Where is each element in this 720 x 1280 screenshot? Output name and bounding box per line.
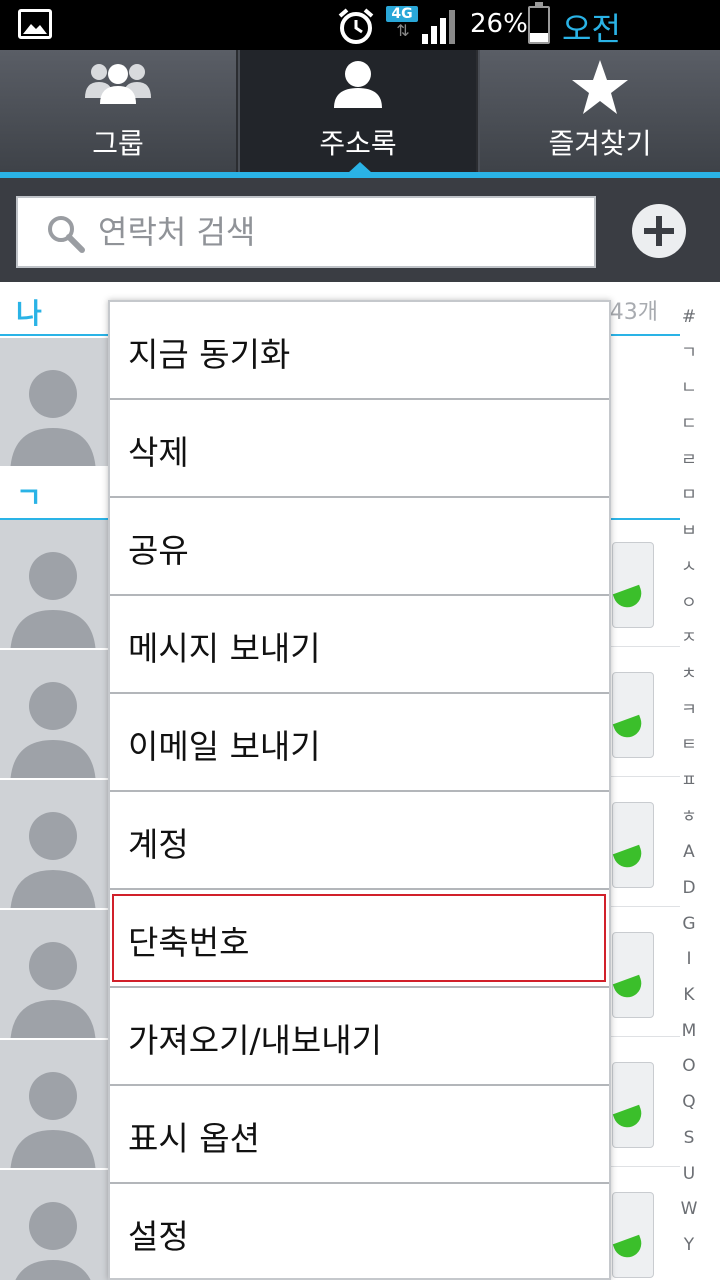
- index-letter[interactable]: ㄷ: [672, 407, 706, 443]
- menu-item-label: 계정: [128, 825, 189, 864]
- avatar[interactable]: [0, 650, 110, 778]
- call-button[interactable]: [612, 542, 654, 628]
- menu-item-share[interactable]: 공유: [110, 498, 609, 596]
- call-button[interactable]: [612, 1062, 654, 1148]
- index-letter[interactable]: ㅎ: [672, 800, 706, 836]
- index-letter[interactable]: U: [672, 1157, 706, 1193]
- tab-groups[interactable]: 그룹: [0, 50, 238, 172]
- search-bar: [0, 178, 720, 282]
- menu-item-sync-now[interactable]: 지금 동기화: [110, 302, 609, 400]
- phone-icon: [612, 844, 646, 872]
- index-letter[interactable]: ㅂ: [672, 514, 706, 550]
- index-letter[interactable]: ㄱ: [672, 336, 706, 372]
- call-button[interactable]: [612, 672, 654, 758]
- menu-item-settings[interactable]: 설정: [110, 1184, 609, 1280]
- menu-item-send-message[interactable]: 메시지 보내기: [110, 596, 609, 694]
- phone-icon: [612, 584, 646, 612]
- menu-item-label: 메시지 보내기: [128, 629, 321, 668]
- menu-item-label: 이메일 보내기: [128, 727, 321, 766]
- index-letter[interactable]: ㄹ: [672, 443, 706, 479]
- index-letter[interactable]: ㅁ: [672, 478, 706, 514]
- phone-icon: [612, 1234, 646, 1262]
- menu-item-label: 공유: [128, 531, 189, 570]
- phone-icon: [612, 1104, 646, 1132]
- index-letter[interactable]: O: [672, 1049, 706, 1085]
- index-letter[interactable]: Y: [672, 1228, 706, 1264]
- index-letter[interactable]: Q: [672, 1085, 706, 1121]
- signal-strength-icon: [422, 8, 462, 48]
- tab-favorites-label: 즐겨찾기: [548, 127, 652, 160]
- index-letter[interactable]: I: [672, 942, 706, 978]
- phone-icon: [612, 714, 646, 742]
- tab-indicator-pointer: [348, 162, 372, 173]
- menu-item-send-email[interactable]: 이메일 보내기: [110, 694, 609, 792]
- index-letter[interactable]: ㅋ: [672, 693, 706, 729]
- section-letter: ㄱ: [16, 481, 42, 514]
- avatar[interactable]: [0, 520, 110, 648]
- menu-item-import-export[interactable]: 가져오기/내보내기: [110, 988, 609, 1086]
- menu-item-speed-dial[interactable]: 단축번호: [110, 890, 609, 988]
- alphabet-index[interactable]: # ㄱㄴㄷㄹㅁㅂㅅㅇㅈㅊㅋㅌㅍㅎ A D G I K M O Q S U W Y: [672, 300, 706, 1264]
- tab-favorites[interactable]: 즐겨찾기: [480, 50, 720, 172]
- network-type-indicator: 4G ⇅: [386, 6, 418, 40]
- index-letter[interactable]: G: [672, 907, 706, 943]
- network-badge: 4G: [386, 6, 418, 22]
- avatar[interactable]: [0, 780, 110, 908]
- menu-item-display-options[interactable]: 표시 옵션: [110, 1086, 609, 1184]
- index-letter[interactable]: ㅌ: [672, 728, 706, 764]
- status-bar: 4G ⇅ 26% 오전 12:11: [0, 0, 720, 88]
- search-icon: [46, 214, 86, 258]
- data-activity-icon: ⇅: [396, 21, 409, 40]
- battery-icon: [528, 2, 550, 44]
- menu-item-label: 삭제: [128, 433, 189, 472]
- section-letter: 나: [16, 297, 42, 330]
- menu-item-account[interactable]: 계정: [110, 792, 609, 890]
- group-icon: [0, 58, 236, 112]
- avatar[interactable]: [0, 910, 110, 1038]
- index-letter[interactable]: #: [672, 300, 706, 336]
- search-input[interactable]: [98, 208, 578, 256]
- avatar[interactable]: [0, 338, 110, 466]
- call-button[interactable]: [612, 1192, 654, 1278]
- tab-contacts-label: 주소록: [319, 127, 397, 160]
- call-button[interactable]: [612, 932, 654, 1018]
- index-letter[interactable]: S: [672, 1121, 706, 1157]
- star-icon: [480, 58, 720, 120]
- menu-item-delete[interactable]: 삭제: [110, 400, 609, 498]
- tab-bar: 그룹 주소록 즐겨찾기: [0, 50, 720, 174]
- person-icon: [240, 58, 476, 114]
- avatar[interactable]: [0, 1170, 110, 1280]
- add-contact-button[interactable]: [632, 204, 686, 258]
- menu-item-label: 표시 옵션: [128, 1119, 260, 1158]
- menu-item-label: 설정: [128, 1217, 189, 1256]
- index-letter[interactable]: ㅊ: [672, 657, 706, 693]
- menu-item-label: 지금 동기화: [128, 335, 291, 374]
- index-letter[interactable]: M: [672, 1014, 706, 1050]
- menu-item-label: 가져오기/내보내기: [128, 1021, 382, 1060]
- index-letter[interactable]: ㅇ: [672, 586, 706, 622]
- index-letter[interactable]: ㅍ: [672, 764, 706, 800]
- index-letter[interactable]: K: [672, 978, 706, 1014]
- index-letter[interactable]: D: [672, 871, 706, 907]
- tab-contacts[interactable]: 주소록: [240, 50, 478, 172]
- battery-percent: 26%: [470, 9, 528, 39]
- avatar[interactable]: [0, 1040, 110, 1168]
- index-letter[interactable]: ㄴ: [672, 371, 706, 407]
- call-button[interactable]: [612, 802, 654, 888]
- gallery-notification-icon: [18, 9, 52, 39]
- alarm-icon: [336, 6, 376, 50]
- index-letter[interactable]: ㅅ: [672, 550, 706, 586]
- phone-icon: [612, 974, 646, 1002]
- tab-groups-label: 그룹: [92, 127, 144, 160]
- menu-item-label: 단축번호: [128, 923, 250, 962]
- index-letter[interactable]: A: [672, 835, 706, 871]
- index-letter[interactable]: W: [672, 1192, 706, 1228]
- search-box[interactable]: [16, 196, 596, 268]
- index-letter[interactable]: ㅈ: [672, 621, 706, 657]
- options-menu: 지금 동기화 삭제 공유 메시지 보내기 이메일 보내기 계정 단축번호 가져오…: [108, 300, 611, 1280]
